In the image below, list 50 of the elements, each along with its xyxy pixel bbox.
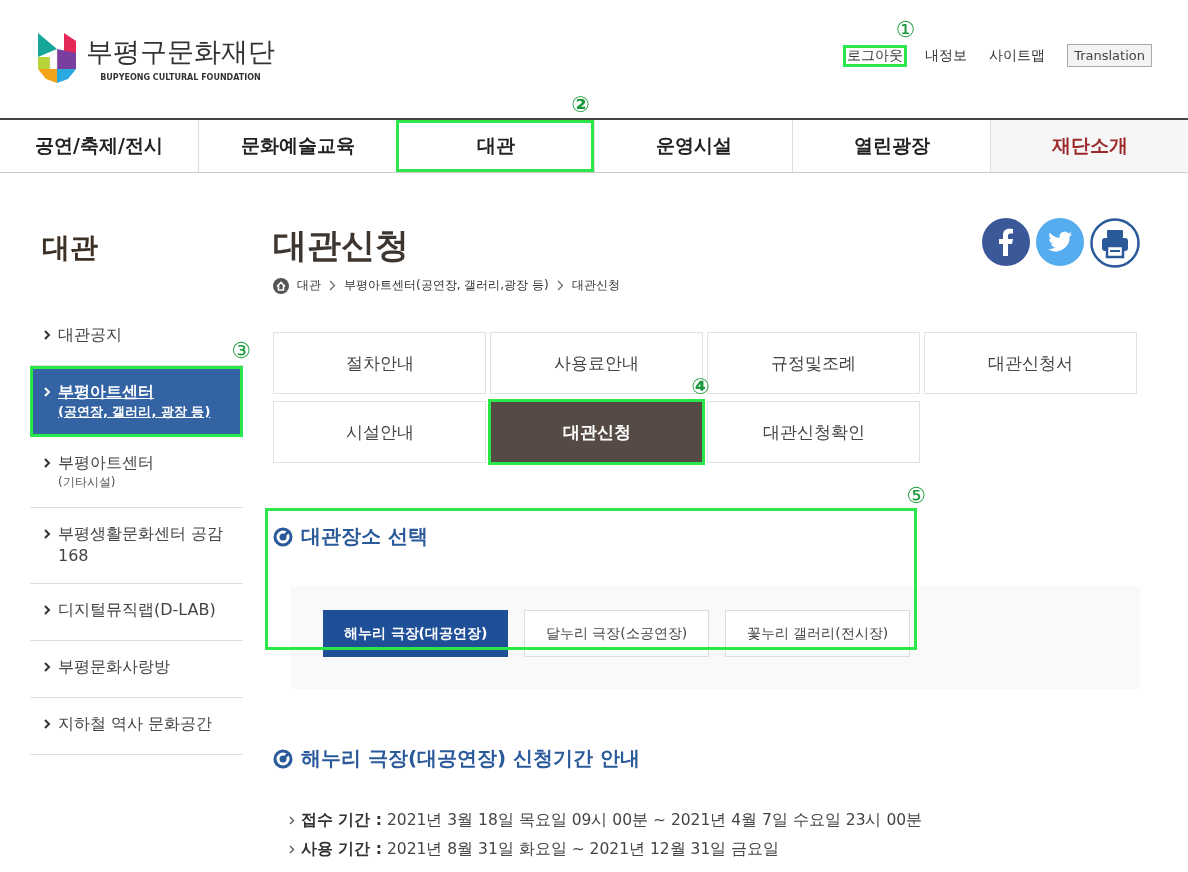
page-title: 대관신청 — [273, 224, 410, 267]
sidebar-item[interactable]: 부평문화사랑방 — [30, 641, 243, 699]
tab[interactable]: 시설안내 — [273, 401, 486, 463]
logo-subtitle: BUPYEONG CULTURAL FOUNDATION — [100, 73, 261, 82]
venue-button[interactable]: 해누리 극장(대공연장) — [323, 610, 508, 657]
breadcrumb-item[interactable]: 대관 — [297, 277, 321, 294]
translation-button[interactable]: Translation — [1067, 44, 1152, 67]
nav-item[interactable]: 재단소개 — [990, 120, 1188, 172]
utility-link[interactable]: 사이트맵 — [985, 44, 1050, 67]
chevron-icon — [329, 280, 336, 291]
callout-number: ① — [895, 18, 916, 41]
nav-item[interactable]: 공연/축제/전시 — [0, 120, 198, 172]
section-title: 해누리 극장(대공연장) 신청기간 안내 — [301, 745, 641, 772]
sidebar-title: 대관 — [42, 230, 99, 266]
chevron-icon — [44, 330, 51, 340]
logo-name: 부평구문화재단 — [86, 35, 275, 69]
breadcrumb-item[interactable]: 부평아트센터(공연장, 갤러리,광장 등) — [344, 277, 549, 294]
target-icon — [273, 748, 293, 769]
target-icon — [273, 526, 293, 547]
chevron-icon — [44, 528, 51, 539]
tab[interactable]: 대관신청확인 — [707, 401, 920, 463]
period-text: 사용 기간 : 2021년 8월 31일 화요일 ~ 2021년 12월 31일 금요일 — [301, 839, 780, 860]
chevron-icon — [44, 662, 51, 673]
home-icon[interactable] — [273, 277, 289, 294]
chevron-icon — [289, 816, 295, 825]
sidebar-item[interactable]: 부평생활문화센터 공감 168 — [30, 507, 243, 585]
venue-button[interactable]: 꽃누리 갤러리(전시장) — [725, 610, 910, 657]
period-text: 접수 기간 : 2021년 3월 18일 목요일 09시 00분 ~ 2021년 4월 7일 수요일 23시 00분 — [301, 810, 923, 831]
tab[interactable]: 절차안내 — [273, 332, 486, 394]
callout-number: ⑤ — [906, 485, 926, 507]
chevron-icon — [289, 845, 295, 854]
venue-button[interactable]: 달누리 극장(소공연장) — [524, 610, 709, 657]
chevron-icon — [44, 387, 51, 397]
chevron-icon — [44, 719, 51, 730]
chevron-icon — [556, 280, 564, 291]
sidebar-item[interactable]: 지하철 역사 문화공간 — [30, 698, 243, 756]
tab[interactable]: 대관신청서 — [924, 332, 1137, 394]
section-title: 대관장소 선택 — [301, 523, 428, 550]
sidebar-item[interactable]: 부평아트센터 (기타시설) — [30, 437, 243, 508]
nav-item[interactable]: 운영시설 — [594, 120, 792, 172]
sidebar-item[interactable]: 디지털뮤직랩(D-LAB) — [30, 584, 243, 642]
chevron-icon — [44, 458, 51, 469]
facebook-icon[interactable] — [982, 218, 1030, 266]
chevron-icon — [44, 605, 51, 616]
breadcrumb-item[interactable]: 대관신청 — [571, 277, 620, 294]
nav-item[interactable]: 문화예술교육 — [198, 120, 396, 172]
utility-link[interactable]: 내정보 — [921, 44, 972, 67]
logo-icon — [38, 33, 76, 83]
callout-number: ② — [571, 94, 590, 116]
print-icon[interactable] — [1090, 218, 1140, 268]
